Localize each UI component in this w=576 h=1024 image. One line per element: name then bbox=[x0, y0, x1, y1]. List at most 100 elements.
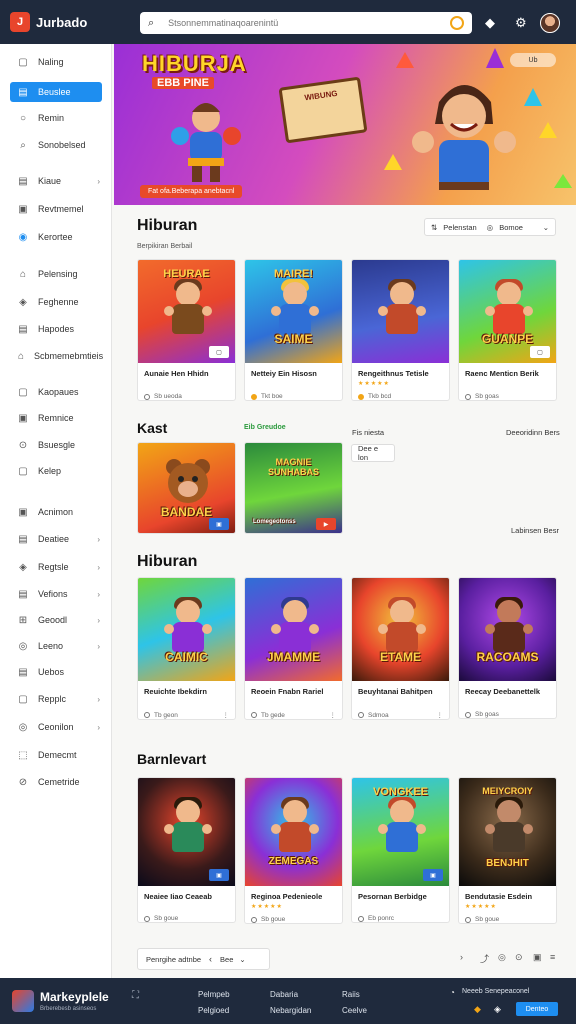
sidebar-item-feghenne[interactable]: ◈ Feghenne bbox=[10, 292, 102, 312]
app-name[interactable]: Jurbado bbox=[36, 15, 131, 30]
footer-brand[interactable]: Markeyplele bbox=[40, 990, 109, 1004]
sidebar-item-bsuesgle[interactable]: ⊙ Bsuesgle bbox=[10, 435, 102, 455]
more-icon[interactable]: ⋮ bbox=[330, 711, 337, 719]
footer-link[interactable]: Ceelve bbox=[342, 1006, 367, 1015]
sidebar-icon: ⊙ bbox=[18, 439, 28, 451]
footer-link[interactable]: Pelgioed bbox=[198, 1006, 229, 1015]
chevron-down-icon[interactable]: ⌄ bbox=[239, 955, 245, 964]
sidebar-item-label: Demecmt bbox=[38, 750, 77, 760]
footer-link[interactable]: Dabaria bbox=[270, 990, 298, 999]
game-card[interactable]: BANDAE ▣ bbox=[137, 442, 236, 534]
sidebar-item-acnimon[interactable]: ▣ Acnimon bbox=[10, 502, 102, 522]
sidebar-item-vefions[interactable]: ▤ Vefions › bbox=[10, 584, 102, 604]
sidebar-item-revtmemel[interactable]: ▣ Revtmemel bbox=[10, 199, 102, 219]
sidebar-item-kiaue[interactable]: ▤ Kiaue › bbox=[10, 171, 102, 191]
game-card[interactable]: GUANPE ▢ Raenc Menticn Berik ★★★★★ Sb go… bbox=[458, 259, 557, 401]
expand-icon[interactable]: ⛶ bbox=[132, 990, 139, 1001]
store-icon[interactable]: ◈ bbox=[494, 1004, 501, 1015]
character-art bbox=[485, 797, 533, 858]
next-page-icon[interactable]: › bbox=[460, 952, 463, 962]
sidebar-item-demecmt[interactable]: ⬚ Demecmt bbox=[10, 745, 102, 765]
sidebar-item-naling[interactable]: ▢ Naling bbox=[10, 52, 102, 72]
prev-page-icon[interactable]: ‹ bbox=[209, 954, 212, 964]
grid-icon[interactable]: ▣ bbox=[533, 952, 542, 963]
game-card[interactable]: MEIYCROIY BENJHIT Bendutasie Esdein ★★★★… bbox=[458, 777, 557, 924]
sidebar-item-scbmemebmtieis[interactable]: ⌂ Scbmemebmtieis bbox=[10, 346, 103, 366]
search-submit-icon[interactable] bbox=[450, 16, 464, 30]
character-art bbox=[164, 797, 212, 858]
sidebar-item-repplc[interactable]: ▢ Repplc › bbox=[10, 689, 102, 709]
section-footer-link[interactable]: Labinsen Besr bbox=[511, 526, 559, 535]
sidebar-item-remin[interactable]: ○ Remin bbox=[10, 108, 102, 128]
settings-icon[interactable]: ⊙ bbox=[515, 952, 523, 963]
character-art bbox=[378, 797, 426, 858]
section-button[interactable]: Dee e lon bbox=[351, 444, 395, 462]
more-icon[interactable]: ⋮ bbox=[437, 711, 444, 719]
gem-icon bbox=[539, 122, 557, 138]
sidebar-item-geoodl[interactable]: ⊞ Geoodl › bbox=[10, 610, 102, 630]
game-card[interactable]: JMAMME Reoein Fnabn Rariel ★★★★★ Tb gede… bbox=[244, 577, 343, 720]
footer-logo-icon[interactable] bbox=[12, 990, 34, 1012]
game-card[interactable]: CAIMIC Reuichte Ibekdirn ★★★★★ Tb geon ⋮ bbox=[137, 577, 236, 720]
game-card[interactable]: ETAME Beuyhtanai Bahitpen ★★★★★ Sdmoa ⋮ bbox=[351, 577, 450, 720]
bear-character-art bbox=[166, 459, 210, 503]
game-card[interactable]: ▣ Neaiee Iiao Ceaeab Sb goue bbox=[137, 777, 236, 923]
avatar[interactable] bbox=[540, 13, 560, 33]
hero-cta-button[interactable]: Fat ofa.Beberapa anebtacnl bbox=[140, 185, 243, 198]
filter-bomoe[interactable]: Bomoe bbox=[499, 223, 523, 232]
sidebar-item-pelensing[interactable]: ⌂ Pelensing bbox=[10, 264, 102, 284]
meta-icon bbox=[144, 393, 150, 400]
game-card[interactable]: MAIRE! SAIME Netteiy Ein Hisosn ★★★★★ Tk… bbox=[244, 259, 343, 401]
section-link[interactable]: Fis niesta bbox=[352, 428, 384, 437]
hero-pill[interactable]: Ub bbox=[510, 53, 556, 67]
footer-link[interactable]: Raiis bbox=[342, 990, 360, 999]
meta-icon bbox=[465, 393, 471, 400]
sidebar-item-sonobelsed[interactable]: ⌕ Sonobelsed bbox=[10, 135, 102, 155]
sidebar-item-remnice[interactable]: ▣ Remnice bbox=[10, 408, 102, 428]
sidebar-item-ceonilon[interactable]: ◎ Ceonilon › bbox=[10, 717, 102, 737]
sidebar-item-beuslee[interactable]: ▤ Beuslee bbox=[10, 82, 102, 102]
footer-link[interactable]: Nebargidan bbox=[270, 1006, 311, 1015]
filter-bar: ⇅ Pelenstan ◎ Bomoe ⌄ bbox=[424, 218, 556, 236]
share-icon[interactable]: ⤴ bbox=[480, 952, 489, 965]
sidebar-item-kelep[interactable]: ▢ Kelep bbox=[10, 461, 102, 481]
sidebar-item-uebos[interactable]: ▤ Uebos bbox=[10, 662, 102, 682]
filter-pelenstan[interactable]: Pelenstan bbox=[443, 223, 476, 232]
gem-icon[interactable]: ◆ bbox=[485, 15, 495, 31]
menu-icon[interactable]: ≡ bbox=[550, 952, 555, 962]
sidebar-item-kaopaues[interactable]: ▢ Kaopaues bbox=[10, 382, 102, 402]
game-card[interactable]: HEURAE ▢ Aunaie Hen Hhidn ★★★★★ Sb ueoda bbox=[137, 259, 236, 401]
app-icon[interactable]: ◆ bbox=[474, 1004, 481, 1015]
search-input[interactable] bbox=[168, 18, 450, 28]
hero-banner[interactable]: HIBURJA EBB PINE WIBUNG Ub Fat ofa.Beber… bbox=[114, 44, 576, 205]
app-logo-icon[interactable]: J bbox=[10, 12, 30, 32]
sidebar-item-label: Ceonilon bbox=[38, 722, 74, 732]
sidebar-icon: ▣ bbox=[18, 412, 28, 424]
footer-link[interactable]: Pelmpeb bbox=[198, 990, 230, 999]
sidebar-item-regtsle[interactable]: ◈ Regtsle › bbox=[10, 557, 102, 577]
sidebar-item-hapodes[interactable]: ▤ Hapodes bbox=[10, 319, 102, 339]
sidebar-icon: ▤ bbox=[18, 588, 28, 600]
more-icon[interactable]: ⋮ bbox=[223, 711, 230, 719]
sidebar-item-cemetride[interactable]: ⊘ Cemetride bbox=[10, 772, 102, 792]
game-card[interactable]: RACOAMS Reecay Deebanettelk ★★★★★ Sb goa… bbox=[458, 577, 557, 719]
info-icon[interactable]: ◎ bbox=[498, 952, 506, 963]
page-select[interactable]: Bee bbox=[220, 955, 233, 964]
game-title: Beuyhtanai Bahitpen bbox=[358, 687, 433, 696]
sidebar-item-kerortee[interactable]: ◉ Kerortee bbox=[10, 227, 102, 247]
search-icon[interactable]: ⌕ bbox=[148, 17, 154, 30]
game-card[interactable]: Rengeithnus Tetisle ★★★★★ Tkb bcd bbox=[351, 259, 450, 401]
game-card[interactable]: VONGKEE ▣ Pesornan Berbidge Eb ponrc bbox=[351, 777, 450, 923]
sidebar-item-leeno[interactable]: ◎ Leeno › bbox=[10, 636, 102, 656]
game-card[interactable]: MAGNIE SUNHABAS Lomegeotonss ▶ bbox=[244, 442, 343, 534]
game-card[interactable]: ZEMEGAS Reginoa Pedenieole ★★★★★ Sb goue bbox=[244, 777, 343, 924]
meta-icon bbox=[358, 393, 364, 400]
see-all-link[interactable]: Deeoridinn Bers bbox=[506, 428, 560, 437]
footer-download-button[interactable]: Denteo bbox=[516, 1002, 558, 1016]
footer-tagline: Brberebesb asinseos bbox=[40, 1006, 97, 1012]
notifications-icon[interactable]: ⚙ bbox=[515, 15, 527, 31]
chevron-right-icon: › bbox=[97, 562, 100, 572]
hero-subtitle: EBB PINE bbox=[152, 77, 214, 89]
meta-icon bbox=[144, 915, 150, 922]
sidebar-item-deatiee[interactable]: ▤ Deatiee › bbox=[10, 529, 102, 549]
